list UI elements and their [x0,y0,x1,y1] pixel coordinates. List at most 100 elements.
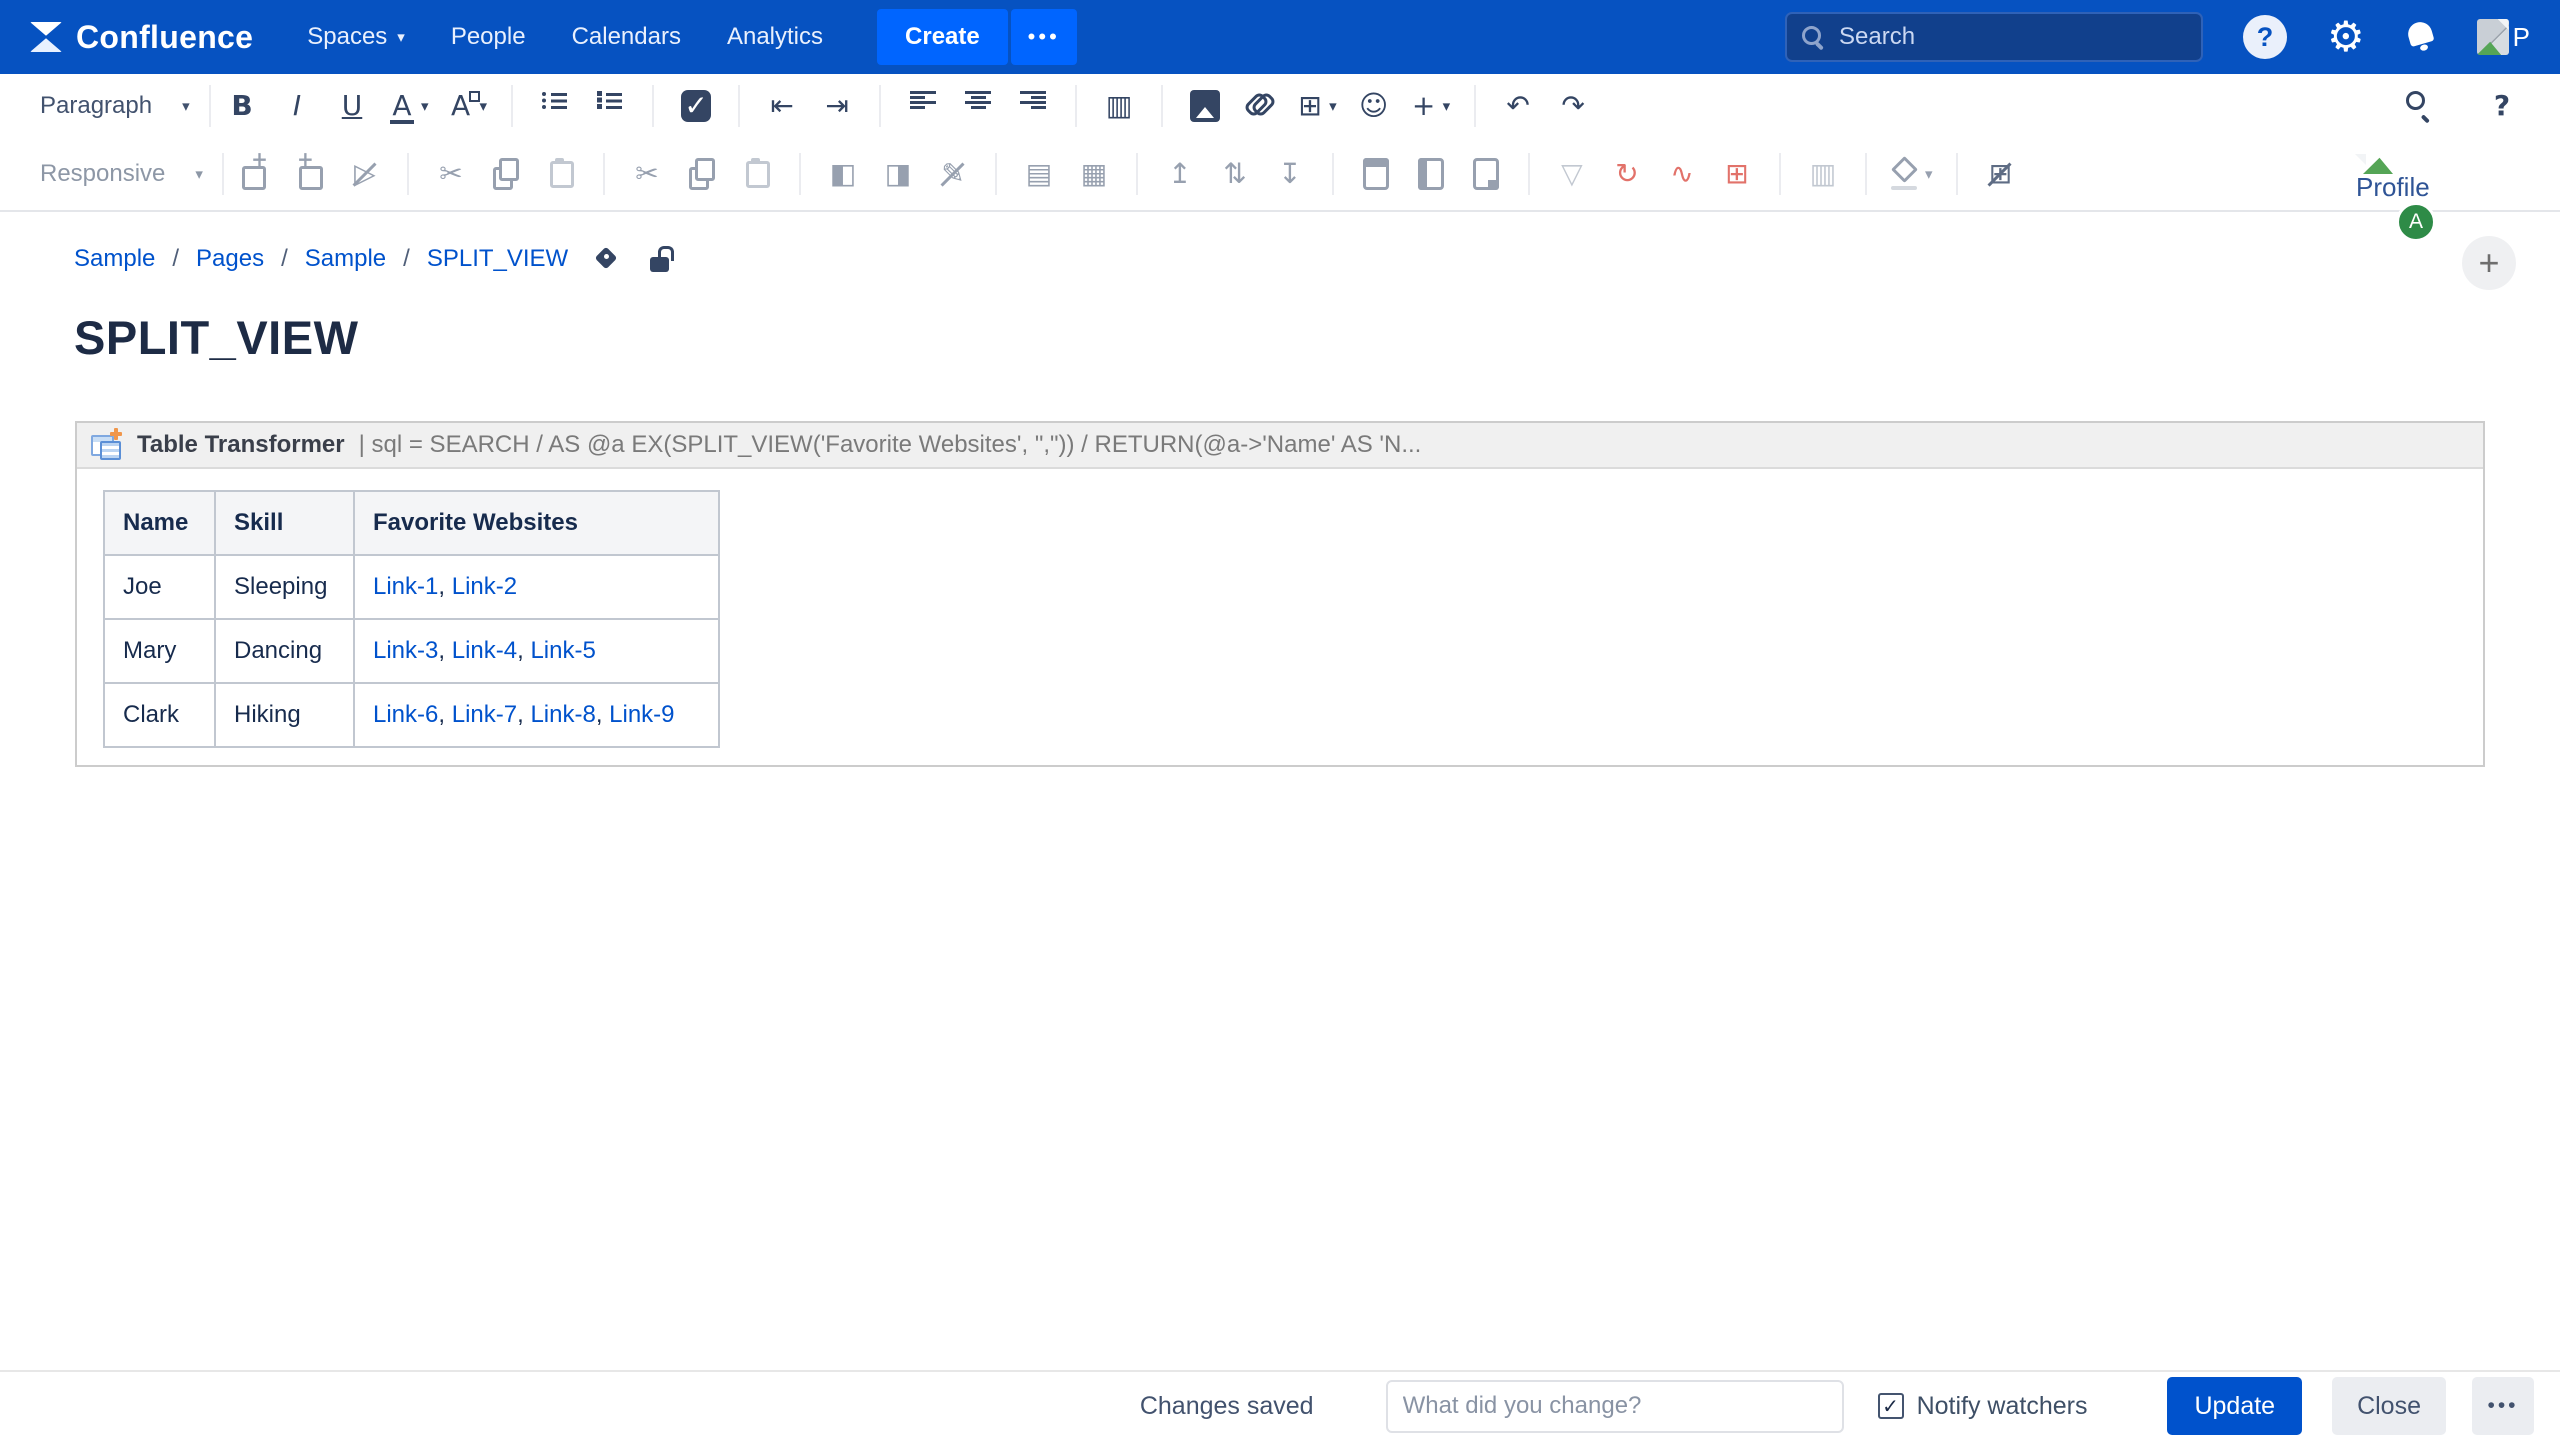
profile-avatar[interactable]: P [2477,19,2530,55]
editor-search-icon[interactable] [2396,82,2440,130]
page-title[interactable]: SPLIT_VIEW [74,310,358,365]
indent-icon[interactable]: ⇥ [815,82,859,130]
align-cell-bottom-icon[interactable]: ↧ [1268,150,1312,198]
undo-icon[interactable]: ↶ [1496,82,1540,130]
cut-icon[interactable]: ✂ [625,150,669,198]
presence-badge: A [2396,202,2436,242]
chart-from-table-icon[interactable]: ∿ [1660,150,1704,198]
website-link[interactable]: Link-9 [609,701,674,728]
align-center-icon[interactable] [956,82,1000,130]
copy-icon[interactable] [680,150,724,198]
website-link[interactable]: Link-2 [452,573,517,600]
version-comment-input[interactable] [1386,1380,1844,1433]
website-link[interactable]: Link-3 [373,637,438,664]
notifications-bell-icon[interactable] [2405,21,2437,53]
table-mode-dropdown[interactable]: Responsive ▾ [30,160,213,188]
insert-row-icon[interactable] [233,150,277,198]
table-transformer-macro-panel[interactable]: Table Transformer | sql = SEARCH / AS @a… [75,421,2485,767]
align-cell-middle-icon[interactable]: ⇅ [1213,150,1257,198]
insert-column-right-icon[interactable]: ◨ [876,150,920,198]
insert-more-icon[interactable]: +▾ [1407,82,1455,130]
confluence-logo[interactable]: Confluence [30,19,253,56]
breadcrumb-link-parent[interactable]: Sample [305,245,386,273]
close-button[interactable]: Close [2332,1377,2446,1435]
footer-cell-icon[interactable] [1464,150,1508,198]
header-row-icon[interactable] [1354,150,1398,198]
pivot-table-icon[interactable]: ▥ [1801,150,1845,198]
help-button[interactable]: ? [2243,15,2287,59]
table-transformer-icon[interactable]: ↻ [1605,150,1649,198]
website-link[interactable]: Link-8 [530,701,595,728]
align-cell-top-icon: ↥ [1167,158,1193,190]
settings-gear-icon[interactable]: ⚙ [2327,16,2365,58]
footer-more-button[interactable]: ••• [2472,1377,2534,1435]
paragraph-style-dropdown[interactable]: Paragraph ▾ [30,92,200,120]
save-status-text: Changes saved [1140,1392,1314,1421]
cell-links: Link-3, Link-4, Link-5 [354,619,719,683]
add-table-macro-icon[interactable]: ⊞ [1715,150,1759,198]
align-right-icon[interactable] [1011,82,1055,130]
insert-image-icon[interactable] [1183,82,1227,130]
bullet-list-icon[interactable] [533,82,577,130]
create-button[interactable]: Create [877,9,1008,65]
nav-item-analytics[interactable]: Analytics [727,23,823,51]
more-formatting-icon[interactable]: A▾ [444,82,492,130]
search-input[interactable] [1839,23,2187,51]
bullet-list-icon [542,90,568,122]
no-wrap-icon[interactable]: ▷ [343,150,387,198]
add-page-button[interactable]: + [2462,236,2516,290]
outdent-icon[interactable]: ⇤ [760,82,804,130]
website-link[interactable]: Link-7 [452,701,517,728]
cut-row-icon[interactable]: ✂ [429,150,473,198]
split-cells-icon[interactable]: ▦ [1072,150,1116,198]
insert-more-icon: + [1411,90,1437,122]
text-color-icon[interactable]: A▾ [385,82,433,130]
editor-profile-widget[interactable]: Profile A [2356,154,2456,203]
header-column-icon[interactable] [1409,150,1453,198]
website-link[interactable]: Link-6 [373,701,438,728]
copy-row-icon[interactable] [484,150,528,198]
labels-tag-icon[interactable] [595,247,619,271]
insert-column-left-icon[interactable]: ◧ [821,150,865,198]
redo-icon[interactable]: ↷ [1551,82,1595,130]
notify-watchers-checkbox[interactable] [1878,1393,1904,1419]
macro-header[interactable]: Table Transformer | sql = SEARCH / AS @a… [77,423,2483,469]
cell-color-icon[interactable]: ▾ [1887,150,1937,198]
breadcrumb-link-space[interactable]: Sample [74,245,155,273]
remove-table-icon[interactable]: ⊞ [1978,150,2022,198]
page-layout-icon[interactable]: ▥ [1097,82,1141,130]
italic-icon[interactable]: I [275,82,319,130]
website-link[interactable]: Link-1 [373,573,438,600]
bold-icon[interactable]: B [220,82,264,130]
numbered-list-icon[interactable] [588,82,632,130]
task-list-icon[interactable]: ✓ [674,82,718,130]
insert-link-icon[interactable] [1238,82,1282,130]
nav-more-button[interactable]: ••• [1011,9,1077,65]
global-search[interactable] [1785,12,2203,62]
delete-cells-icon[interactable]: ✎ [931,150,975,198]
breadcrumb-link-current[interactable]: SPLIT_VIEW [427,245,568,273]
nav-item-people[interactable]: People [451,23,526,51]
unlock-restrictions-icon[interactable] [650,246,674,272]
insert-table-icon[interactable]: ⊞▾ [1293,82,1341,130]
underline-icon[interactable]: U [330,82,374,130]
table-filter-icon[interactable]: ▽ [1550,150,1594,198]
macro-parameters: | sql = SEARCH / AS @a EX(SPLIT_VIEW('Fa… [359,431,1422,459]
merge-cells-icon[interactable]: ▤ [1017,150,1061,198]
insert-column-icon[interactable] [288,150,332,198]
update-button[interactable]: Update [2167,1377,2302,1435]
paste-icon[interactable] [735,150,779,198]
paste-row-icon[interactable] [539,150,583,198]
emoji-icon[interactable]: ☺ [1352,82,1396,130]
align-left-icon[interactable] [901,82,945,130]
nav-item-calendars[interactable]: Calendars [572,23,681,51]
chevron-down-icon: ▾ [480,97,488,115]
nav-item-spaces[interactable]: Spaces ▾ [307,23,405,51]
website-link[interactable]: Link-5 [530,637,595,664]
website-link[interactable]: Link-4 [452,637,517,664]
insert-column-right-icon: ◨ [885,158,911,190]
breadcrumb-link-pages[interactable]: Pages [196,245,264,273]
confluence-logo-icon [30,22,62,52]
editor-help-icon[interactable]: ? [2480,82,2524,130]
align-cell-top-icon[interactable]: ↥ [1158,150,1202,198]
